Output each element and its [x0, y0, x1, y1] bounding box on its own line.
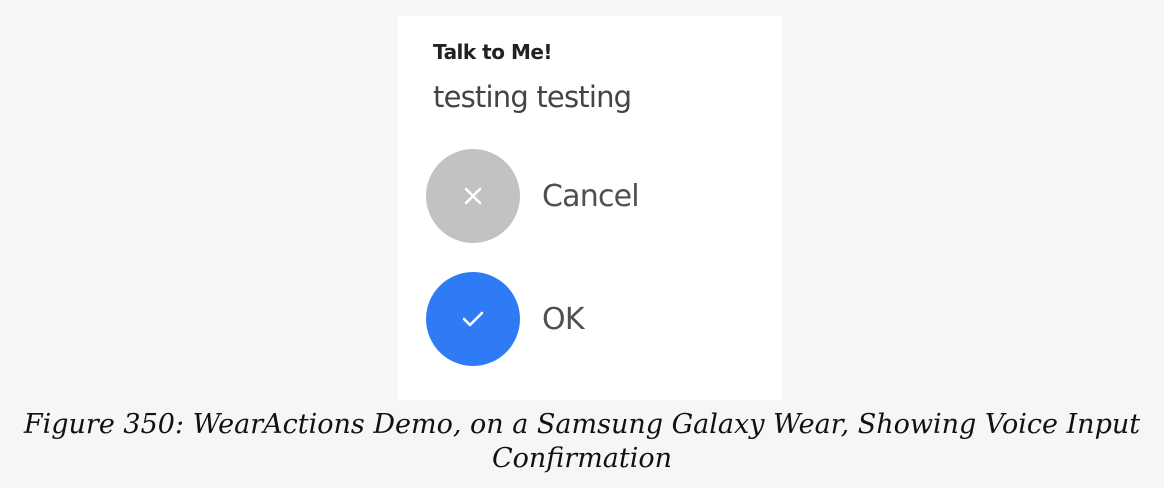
cancel-button[interactable]: Cancel	[426, 149, 640, 243]
cancel-circle[interactable]	[426, 149, 520, 243]
voice-transcript: testing testing	[433, 80, 632, 114]
caption-line-2: Confirmation	[491, 443, 673, 474]
close-icon	[464, 187, 482, 205]
ok-button[interactable]: OK	[426, 272, 584, 366]
check-icon	[462, 311, 484, 327]
figure-caption: Figure 350: WearActions Demo, on a Samsu…	[0, 408, 1164, 476]
prompt-title: Talk to Me!	[433, 40, 553, 64]
ok-label[interactable]: OK	[542, 302, 584, 337]
caption-line-1: Figure 350: WearActions Demo, on a Samsu…	[23, 409, 1141, 440]
cancel-label[interactable]: Cancel	[542, 179, 640, 214]
ok-circle[interactable]	[426, 272, 520, 366]
wear-screen: Talk to Me! testing testing Cancel OK	[398, 16, 782, 400]
